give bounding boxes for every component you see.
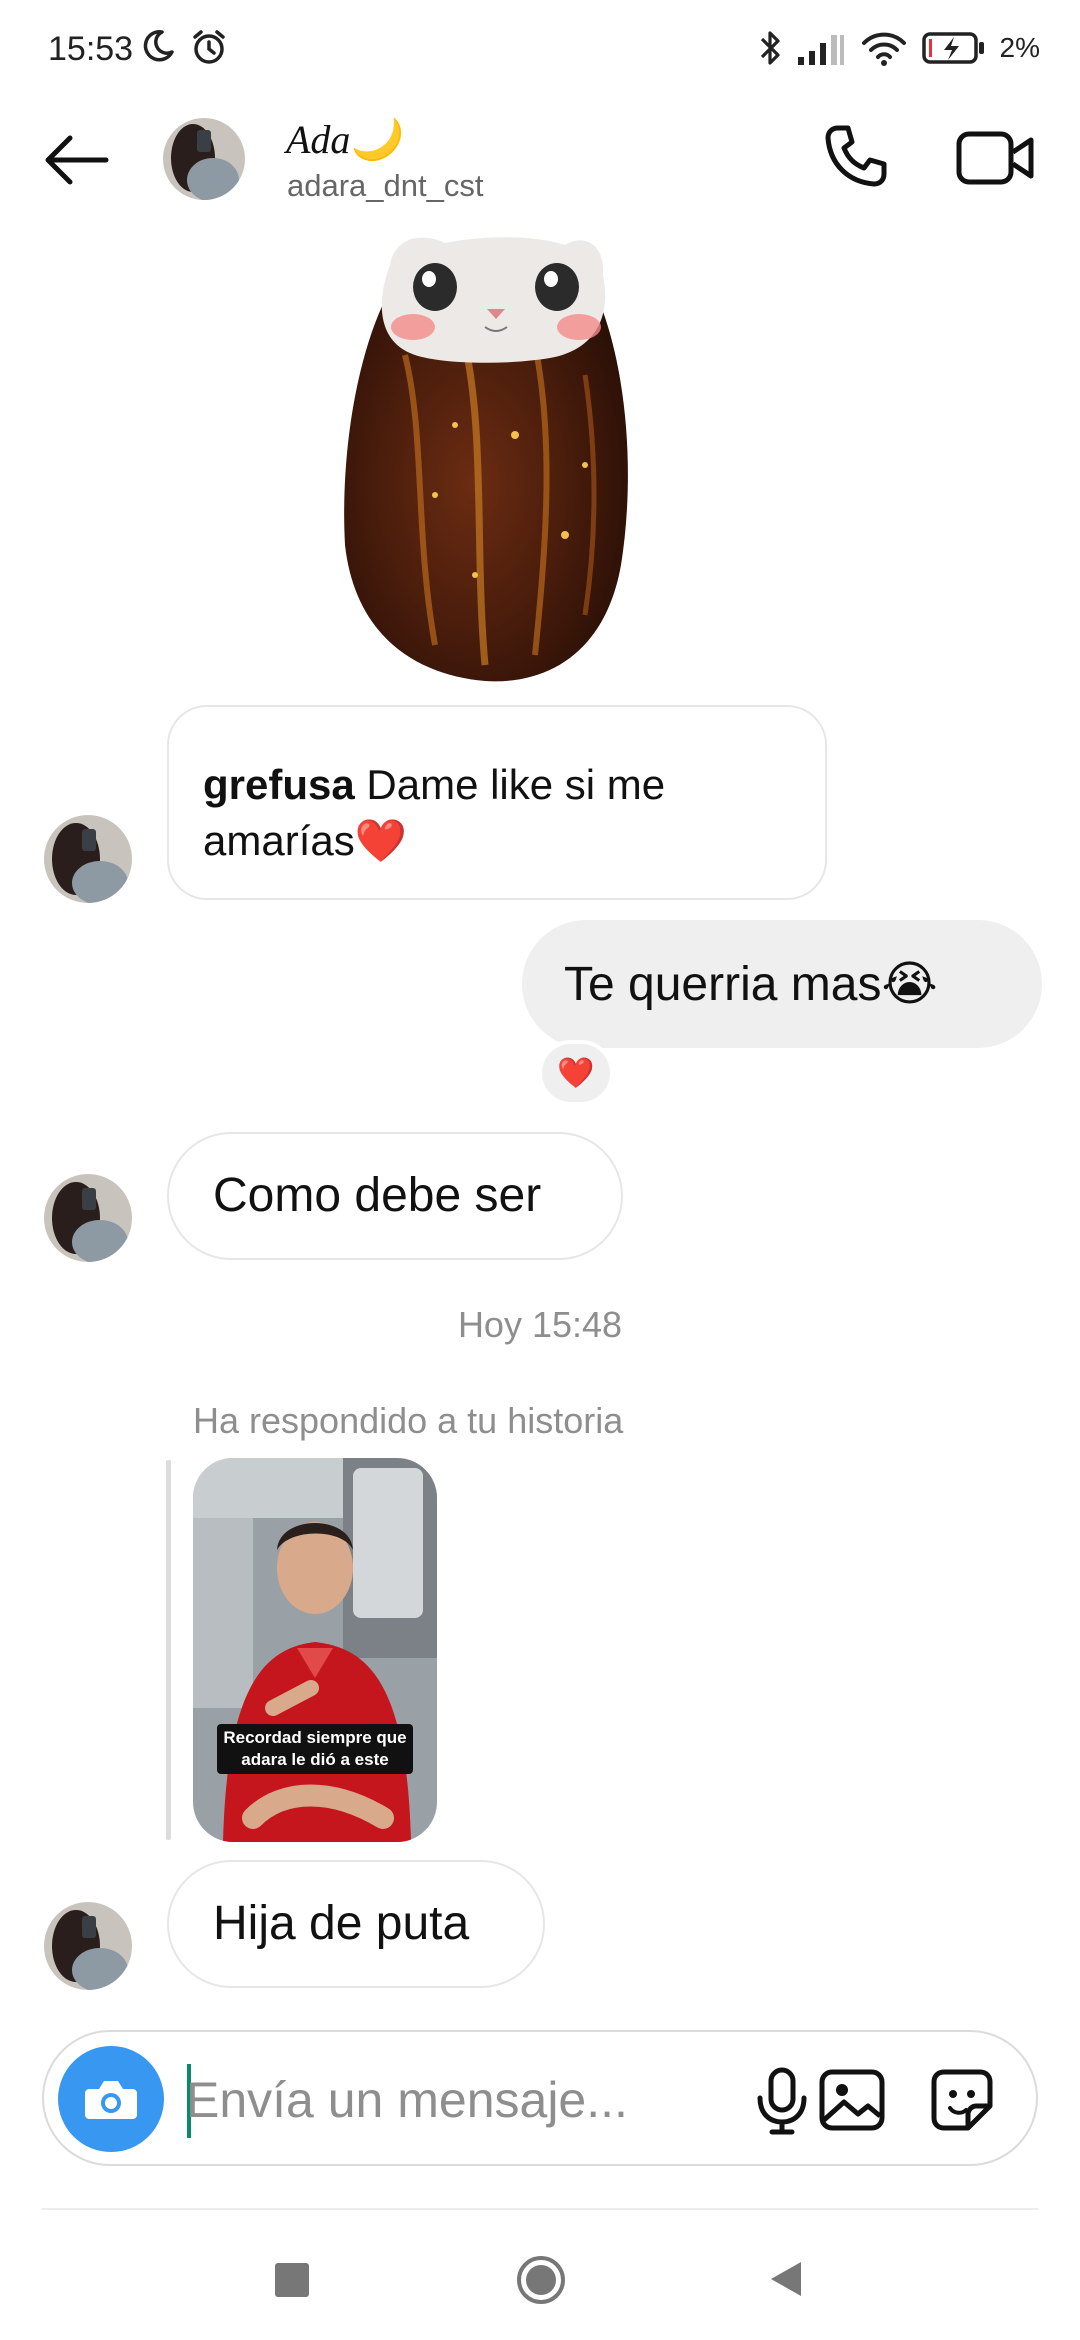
shared-post-text: grefusa Dame like si me amarías❤️ (203, 757, 793, 869)
sticker-icon[interactable] (924, 2062, 1000, 2138)
gallery-icon[interactable] (814, 2062, 890, 2138)
sender-avatar[interactable] (44, 1174, 132, 1262)
signal-icon (797, 35, 844, 65)
bottom-divider (42, 2208, 1038, 2210)
outgoing-message-bubble[interactable]: Te querria mas😭 (522, 920, 1042, 1048)
status-bar: 15:53 2% (0, 0, 1080, 100)
sender-avatar[interactable] (44, 815, 132, 903)
recents-icon[interactable] (275, 2263, 309, 2297)
system-nav-bar (0, 2230, 1080, 2340)
heart-reaction[interactable]: ❤️ (538, 1040, 614, 1106)
battery-charging-icon (921, 32, 984, 64)
shared-post-card[interactable]: grefusa Dame like si me amarías❤️ (167, 705, 827, 900)
microphone-icon[interactable] (744, 2062, 820, 2138)
wifi-icon (861, 32, 906, 66)
incoming-message-bubble[interactable]: Como debe ser (167, 1132, 623, 1260)
sender-avatar[interactable] (44, 1902, 132, 1990)
moon-icon (143, 30, 174, 62)
chat-header: Ada🌙 adara_dnt_cst (0, 100, 1080, 220)
battery-percent: 2% (999, 32, 1040, 63)
incoming-message-bubble[interactable]: Hija de puta (167, 1860, 545, 1988)
reply-divider-line (166, 1460, 171, 1840)
contact-name[interactable]: Ada🌙 (286, 116, 400, 163)
home-icon[interactable] (515, 2254, 567, 2306)
status-time: 15:53 (48, 30, 134, 68)
incoming-message-text: Hija de puta (213, 1897, 470, 1950)
chat-timestamp: Hoy 15:48 (457, 1304, 623, 1345)
phone-icon[interactable] (820, 122, 890, 192)
bluetooth-icon (760, 31, 780, 65)
message-composer (42, 2030, 1038, 2166)
message-input[interactable] (186, 2060, 716, 2140)
outgoing-message-text: Te querria mas😭 (564, 958, 938, 1011)
back-arrow-icon[interactable] (40, 128, 112, 192)
reaction-emoji: ❤️ (557, 1056, 595, 1090)
back-icon[interactable] (763, 2256, 809, 2302)
contact-username[interactable]: adara_dnt_cst (287, 168, 483, 204)
story-caption: Recordad siempre que adara le dió a este (217, 1724, 413, 1774)
camera-button[interactable] (58, 2046, 164, 2152)
story-reply-label: Ha respondido a tu historia (193, 1400, 624, 1441)
contact-avatar[interactable] (163, 118, 245, 200)
alarm-icon (193, 30, 225, 64)
shared-post-username[interactable]: grefusa (203, 761, 355, 808)
incoming-message-text: Como debe ser (213, 1169, 542, 1222)
video-camera-icon[interactable] (955, 124, 1035, 192)
story-thumbnail[interactable]: Recordad siempre que adara le dió a este (193, 1458, 437, 1842)
camera-icon (85, 2081, 137, 2119)
sticker-image[interactable] (335, 235, 655, 685)
